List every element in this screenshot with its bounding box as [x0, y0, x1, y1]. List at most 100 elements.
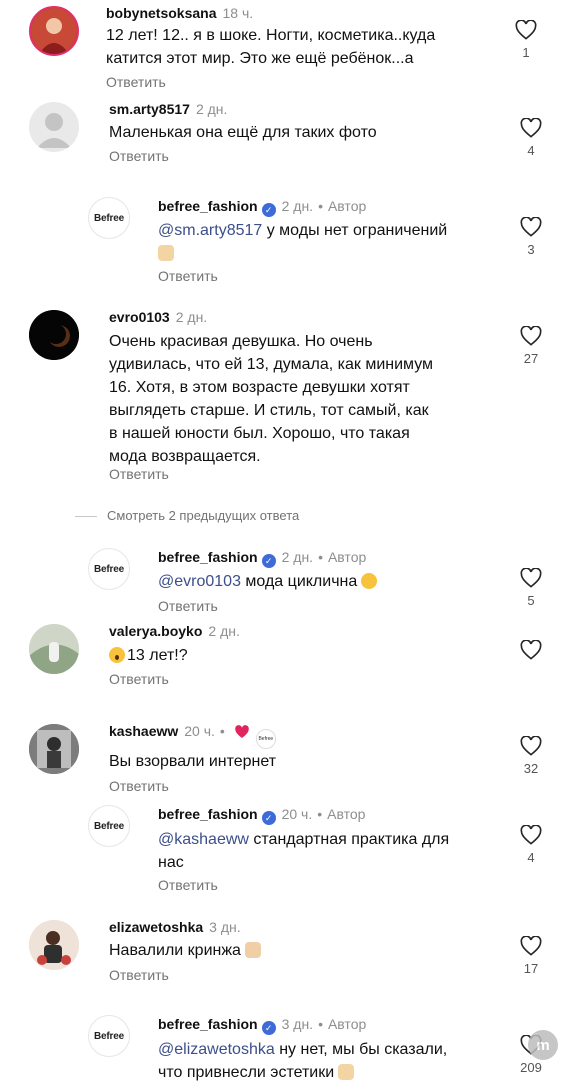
like-count: 1 [522, 45, 530, 60]
reply-button[interactable]: Ответить [158, 268, 218, 284]
comment-meta: befree_fashion ✓ 20 ч. • Автор [158, 806, 366, 825]
like-count: 27 [523, 351, 539, 366]
comment-body: Навалили кринжа [109, 942, 241, 959]
comment-text: @sm.arty8517 у моды нет ограничений [158, 219, 447, 265]
like-button[interactable]: 32 [511, 736, 551, 776]
like-button[interactable]: 27 [511, 326, 551, 366]
view-more-label: Смотреть 2 предыдущих ответа [107, 508, 300, 523]
heart-outline-icon [520, 736, 542, 756]
reply-button[interactable]: Ответить [109, 778, 169, 794]
reply-button[interactable]: Ответить [109, 671, 169, 687]
username[interactable]: befree_fashion [158, 549, 258, 565]
timestamp: 2 дн. [175, 309, 208, 325]
timestamp: 18 ч. [222, 5, 254, 21]
like-button[interactable] [511, 640, 551, 660]
author-avatar-badge: Befree [255, 729, 276, 749]
avatar[interactable] [29, 6, 79, 56]
author-label: Автор [327, 549, 367, 565]
like-button[interactable]: 5 [511, 568, 551, 608]
comment-line: 16. Хотя, в этом возрасте девушки хотят [109, 379, 410, 396]
view-previous-replies[interactable]: Смотреть 2 предыдущих ответа [75, 508, 299, 523]
comment-meta: bobynetsoksana 18 ч. [106, 4, 253, 22]
like-button[interactable]: 3 [511, 217, 551, 257]
heart-outline-icon [520, 326, 542, 346]
username[interactable]: evro0103 [109, 309, 170, 325]
heart-outline-icon [520, 568, 542, 588]
username[interactable]: valerya.boyko [109, 623, 202, 639]
username[interactable]: kashaeww [109, 723, 178, 739]
comment-line: 12 лет! 12.. я в шоке. Ногти, косметика.… [106, 27, 436, 44]
watermark-logo: m [528, 1030, 558, 1060]
comment-body: у моды нет ограничений [266, 222, 448, 239]
comment-text: Навалили кринжа [109, 939, 261, 962]
comment-item: valerya.boyko 2 дн. 13 лет!? Ответить [0, 622, 575, 692]
comment-line: нас [158, 854, 184, 871]
reply-button[interactable]: Ответить [106, 74, 166, 90]
username[interactable]: befree_fashion [158, 1016, 258, 1032]
avatar[interactable] [29, 724, 79, 774]
comment-meta: befree_fashion ✓ 3 дн. • Автор [158, 1016, 367, 1035]
verified-icon: ✓ [261, 554, 276, 568]
avatar[interactable] [29, 102, 79, 152]
avatar-logo: Befree [94, 820, 124, 832]
reply-item: Befree befree_fashion ✓ 3 дн. • Автор @eliza… [0, 1015, 575, 1087]
verified-icon: ✓ [261, 203, 276, 217]
timestamp: 2 дн. [281, 549, 314, 565]
username[interactable]: befree_fashion [158, 198, 258, 214]
like-button[interactable]: 4 [511, 825, 551, 865]
avatar[interactable]: Befree [88, 1015, 130, 1057]
mention-link[interactable]: @evro0103 [158, 573, 241, 590]
reply-button[interactable]: Ответить [109, 967, 169, 983]
avatar-logo: Befree [94, 212, 124, 224]
comment-line: Очень красивая девушка. Но очень [109, 333, 373, 350]
timestamp: 3 дн. [209, 919, 241, 935]
like-count: 5 [527, 593, 535, 608]
avatar[interactable]: Befree [88, 197, 130, 239]
avatar[interactable] [29, 624, 79, 674]
username[interactable]: elizawetoshka [109, 919, 203, 935]
verified-icon: ✓ [261, 811, 276, 825]
like-count: 4 [527, 850, 535, 865]
reply-item: Befree befree_fashion ✓ 2 дн. • Автор @sm.ar… [0, 197, 575, 287]
like-button[interactable]: 4 [511, 118, 551, 158]
emoji-icon [158, 245, 174, 261]
like-count: 32 [523, 761, 539, 776]
reply-button[interactable]: Ответить [158, 598, 218, 614]
comment-item: elizawetoshka 3 дн. Навалили кринжа Ответ… [0, 918, 575, 998]
reply-button[interactable]: Ответить [109, 148, 169, 164]
username[interactable]: bobynetsoksana [106, 5, 216, 21]
comment-text: @kashaeww стандартная практика для нас [158, 828, 449, 874]
comment-line: выглядеть старше. И стиль, тот самый, ка… [109, 402, 429, 419]
username[interactable]: sm.arty8517 [109, 101, 190, 117]
heart-outline-icon [520, 640, 542, 660]
mention-link[interactable]: @kashaeww [158, 831, 249, 848]
timestamp: 2 дн. [281, 198, 314, 214]
avatar[interactable] [29, 310, 79, 360]
comment-line: в нашей юности был. Хорошо, что такая [109, 425, 410, 442]
comment-item: bobynetsoksana 18 ч. 12 лет! 12.. я в шок… [0, 4, 575, 92]
comment-meta: elizawetoshka 3 дн. [109, 918, 241, 936]
emoji-icon [244, 942, 261, 958]
mention-link[interactable]: @sm.arty8517 [158, 222, 262, 239]
comment-text: @evro0103 мода циклична [158, 570, 378, 593]
reply-button[interactable]: Ответить [109, 466, 169, 482]
mention-link[interactable]: @elizawetoshka [158, 1041, 275, 1058]
reply-button[interactable]: Ответить [158, 877, 218, 893]
avatar[interactable] [29, 920, 79, 970]
verified-icon: ✓ [261, 1021, 276, 1035]
like-count: 209 [520, 1060, 542, 1075]
like-button[interactable]: 1 [506, 20, 546, 60]
comment-text: 12 лет! 12.. я в шоке. Ногти, косметика.… [106, 24, 435, 70]
timestamp: 2 дн. [195, 101, 228, 117]
heart-outline-icon [520, 825, 542, 845]
like-count: 4 [527, 143, 535, 158]
reply-item: Befree befree_fashion ✓ 20 ч. • Автор @kasha… [0, 805, 575, 895]
comment-item: evro0103 2 дн. Очень красивая девушка. Но… [0, 308, 575, 488]
username[interactable]: befree_fashion [158, 806, 258, 822]
avatar[interactable]: Befree [88, 548, 130, 590]
emoji-icon [338, 1064, 355, 1080]
reply-item: Befree befree_fashion ✓ 2 дн. • Автор @evro0… [0, 548, 575, 618]
timestamp: 2 дн. [208, 623, 240, 639]
avatar[interactable]: Befree [88, 805, 130, 847]
like-button[interactable]: 17 [511, 936, 551, 976]
